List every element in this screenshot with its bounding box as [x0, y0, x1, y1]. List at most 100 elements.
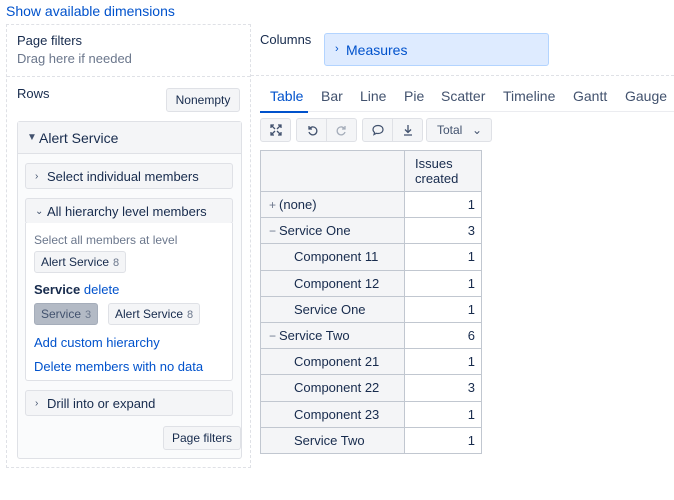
measures-dimension[interactable]: › Measures	[324, 33, 549, 66]
tab-line[interactable]: Line	[360, 88, 386, 104]
tab-table[interactable]: Table	[270, 88, 303, 104]
expand-icon[interactable]: +	[269, 198, 276, 212]
collapse-icon[interactable]: −	[269, 224, 276, 238]
value-cell: 1	[404, 295, 482, 323]
comment-icon	[371, 124, 384, 136]
level-chip-alert-service[interactable]: Alert Service 8	[34, 251, 127, 273]
column-header[interactable]: Issues created	[404, 150, 482, 192]
row-label: Component 21	[294, 354, 380, 370]
table-row: Component 23 1	[260, 400, 482, 428]
row-header[interactable]: Service Two	[260, 426, 405, 454]
active-tab-indicator	[260, 111, 308, 113]
selected-level-label: Service	[34, 282, 81, 297]
tab-pie[interactable]: Pie	[404, 88, 424, 104]
row-header[interactable]: − Service One	[260, 217, 405, 245]
drill-into-or-expand-section[interactable]: › Drill into or expand	[25, 390, 233, 416]
row-label: (none)	[279, 197, 317, 213]
row-label: Service Two	[279, 328, 350, 344]
comment-button[interactable]	[362, 118, 393, 142]
value-cell: 1	[404, 400, 482, 428]
download-icon	[403, 125, 412, 136]
page-filters-title: Page filters	[17, 33, 83, 48]
total-label: Total	[437, 123, 463, 137]
tab-timeline[interactable]: Timeline	[503, 88, 555, 104]
table-row: + (none) 1	[260, 190, 482, 219]
tab-gantt[interactable]: Gantt	[573, 88, 607, 104]
fullscreen-button[interactable]	[260, 118, 291, 142]
value-cell: 1	[404, 269, 482, 297]
row-label: Component 11	[294, 249, 379, 265]
undo-button[interactable]	[296, 118, 327, 142]
value-cell: 1	[404, 190, 482, 219]
delete-level-link[interactable]: delete	[84, 282, 119, 297]
section-label: All hierarchy level members	[47, 204, 207, 219]
results-table: Issues created + (none) 1− Service One 3 Comp…	[260, 150, 482, 454]
table-row: Component 12 1	[260, 269, 482, 297]
page-filters-hint: Drag here if needed	[17, 51, 132, 66]
level-chip-alert-service[interactable]: Alert Service 8	[108, 303, 201, 325]
total-dropdown[interactable]: Total ⌄	[426, 118, 492, 142]
select-individual-members-section[interactable]: › Select individual members	[25, 163, 233, 189]
nonempty-button[interactable]: Nonempty	[166, 88, 240, 112]
row-label: Component 22	[294, 380, 380, 396]
chip-label: Alert Service	[115, 307, 184, 321]
level-chip-service[interactable]: Service 3	[34, 303, 99, 325]
columns-title: Columns	[260, 32, 312, 47]
show-available-dimensions-link[interactable]: Show available dimensions	[6, 3, 175, 19]
chevron-down-icon: ⌄	[471, 123, 482, 137]
row-header[interactable]: + (none)	[260, 190, 405, 219]
section-label: Select individual members	[47, 169, 199, 184]
table-row: − Service One 3	[260, 217, 482, 245]
value-cell: 1	[404, 426, 482, 454]
row-header[interactable]: Component 23	[260, 400, 405, 428]
value-cell: 6	[404, 321, 482, 350]
dimension-title: Alert Service	[39, 130, 119, 146]
chip-label: Service	[41, 307, 82, 321]
row-label: Service One	[279, 223, 351, 239]
row-header[interactable]: Component 11	[260, 243, 405, 271]
chevron-down-icon: ⌄	[35, 206, 44, 217]
tab-bar[interactable]: Bar	[321, 88, 343, 104]
export-button[interactable]	[392, 118, 423, 142]
tab-gauge[interactable]: Gauge	[625, 88, 667, 104]
table-row: Service Two 1	[260, 426, 482, 454]
table-row: Component 11 1	[260, 243, 482, 271]
expand-icon	[269, 124, 282, 136]
select-all-hint: Select all members at level	[34, 233, 178, 247]
chart-type-tabs: Table Bar Line Pie Scatter Timeline Gant…	[260, 84, 674, 112]
tab-scatter[interactable]: Scatter	[441, 88, 485, 104]
redo-icon	[336, 126, 346, 136]
chip-count: 8	[113, 257, 120, 269]
value-cell: 1	[404, 243, 482, 271]
table-row: − Service Two 6	[260, 321, 482, 350]
row-header[interactable]: Component 22	[260, 374, 405, 402]
row-label: Component 12	[294, 275, 380, 291]
table-row: Component 22 3	[260, 374, 482, 402]
redo-button[interactable]	[326, 118, 357, 142]
add-custom-hierarchy-link[interactable]: Add custom hierarchy	[34, 335, 160, 350]
row-header[interactable]: Component 21	[260, 348, 405, 376]
row-label: Service One	[294, 301, 366, 317]
table-corner	[260, 150, 405, 192]
all-hierarchy-level-members-section[interactable]: ⌄ All hierarchy level members	[25, 198, 233, 224]
rows-title: Rows	[17, 86, 50, 101]
page-filters-button[interactable]: Page filters	[163, 426, 241, 450]
row-label: Service Two	[294, 432, 365, 448]
section-label: Drill into or expand	[47, 396, 156, 411]
value-cell: 3	[404, 374, 482, 402]
value-cell: 1	[404, 348, 482, 376]
chevron-down-icon: ▼	[27, 132, 37, 143]
undo-icon	[307, 126, 317, 136]
row-header[interactable]: Component 12	[260, 269, 405, 297]
page-filters-dropzone[interactable]: Page filters Drag here if needed	[7, 25, 250, 77]
dimension-header[interactable]: ▼ Alert Service	[18, 122, 241, 154]
measures-label: Measures	[346, 42, 408, 58]
row-header[interactable]: − Service Two	[260, 321, 405, 350]
collapse-icon[interactable]: −	[269, 329, 276, 343]
columns-dropzone: Columns › Measures	[251, 24, 674, 76]
row-header[interactable]: Service One	[260, 295, 405, 323]
chip-count: 8	[187, 309, 194, 321]
delete-members-no-data-link[interactable]: Delete members with no data	[34, 359, 203, 374]
chevron-right-icon: ›	[35, 171, 39, 182]
table-row: Component 21 1	[260, 348, 482, 376]
